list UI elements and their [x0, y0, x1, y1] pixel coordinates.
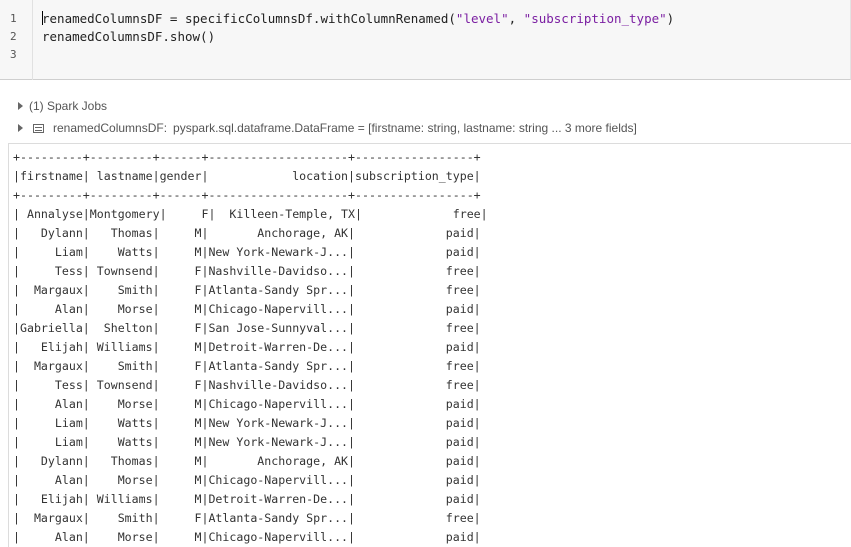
code-text: , — [508, 11, 524, 26]
code-string: "level" — [455, 11, 509, 26]
output-line: | Elijah| Williams| M|Detroit-Warren-De.… — [13, 492, 481, 506]
output-line: | Liam| Watts| M|New York-Newark-J...| p… — [13, 416, 481, 430]
output-line: | Tess| Townsend| F|Nashville-Davidso...… — [13, 378, 481, 392]
output-line: | Elijah| Williams| M|Detroit-Warren-De.… — [13, 340, 481, 354]
expand-triangle-icon[interactable] — [18, 124, 23, 132]
output-line: | Annalyse|Montgomery| F| Killeen-Temple… — [13, 207, 488, 221]
line-number: 2 — [10, 30, 17, 43]
code-cell[interactable]: 1 2 3 renamedColumnsDF = specificColumns… — [0, 0, 851, 80]
expand-triangle-icon[interactable] — [18, 102, 23, 110]
output-line: | Margaux| Smith| F|Atlanta-Sandy Spr...… — [13, 511, 481, 525]
table-icon — [33, 123, 44, 133]
line-number-gutter: 1 2 3 — [0, 10, 32, 64]
spark-jobs-toggle[interactable]: (1) Spark Jobs — [18, 99, 107, 113]
output-line: | Dylann| Thomas| M| Anchorage, AK| paid… — [13, 454, 481, 468]
output-line: | Dylann| Thomas| M| Anchorage, AK| paid… — [13, 226, 481, 240]
code-line-3[interactable]: ​ — [42, 46, 674, 64]
gutter-divider — [32, 0, 33, 80]
output-line: | Tess| Townsend| F|Nashville-Davidso...… — [13, 264, 481, 278]
dataframe-name: renamedColumnsDF: — [53, 121, 168, 135]
output-line: | Margaux| Smith| F|Atlanta-Sandy Spr...… — [13, 359, 481, 373]
output-line: | Margaux| Smith| F|Atlanta-Sandy Spr...… — [13, 283, 481, 297]
dataframe-schema-toggle[interactable]: renamedColumnsDF: pyspark.sql.dataframe.… — [18, 121, 637, 135]
code-text: ) — [666, 11, 675, 26]
output-line: | Alan| Morse| M|Chicago-Napervill...| p… — [13, 302, 481, 316]
output-line: +---------+---------+------+------------… — [13, 188, 481, 202]
output-line: | Liam| Watts| M|New York-Newark-J...| p… — [13, 435, 481, 449]
output-line: |firstname| lastname|gender| location|su… — [13, 169, 481, 183]
dataframe-schema: pyspark.sql.dataframe.DataFrame = [first… — [173, 121, 637, 135]
output-line: | Alan| Morse| M|Chicago-Napervill...| p… — [13, 397, 481, 411]
output-line: | Liam| Watts| M|New York-Newark-J...| p… — [13, 245, 481, 259]
output-line: |Gabriella| Shelton| F|San Jose-Sunnyval… — [13, 321, 481, 335]
output-table: +---------+---------+------+------------… — [9, 144, 851, 547]
code-string: "subscription_type" — [523, 11, 667, 26]
output-line: +---------+---------+------+------------… — [13, 150, 481, 164]
code-line-1[interactable]: renamedColumnsDF = specificColumnsDf.wit… — [42, 10, 674, 28]
spark-jobs-label: (1) Spark Jobs — [29, 99, 108, 113]
output-line: | Alan| Morse| M|Chicago-Napervill...| p… — [13, 530, 481, 544]
line-number: 1 — [10, 12, 17, 25]
code-editor[interactable]: renamedColumnsDF = specificColumnsDf.wit… — [42, 10, 674, 64]
cell-output: +---------+---------+------+------------… — [8, 143, 851, 547]
code-line-2[interactable]: renamedColumnsDF.show() — [42, 28, 674, 46]
output-line: | Alan| Morse| M|Chicago-Napervill...| p… — [13, 473, 481, 487]
line-number: 3 — [10, 48, 17, 61]
code-text: renamedColumnsDF = specificColumnsDf.wit… — [42, 11, 456, 26]
